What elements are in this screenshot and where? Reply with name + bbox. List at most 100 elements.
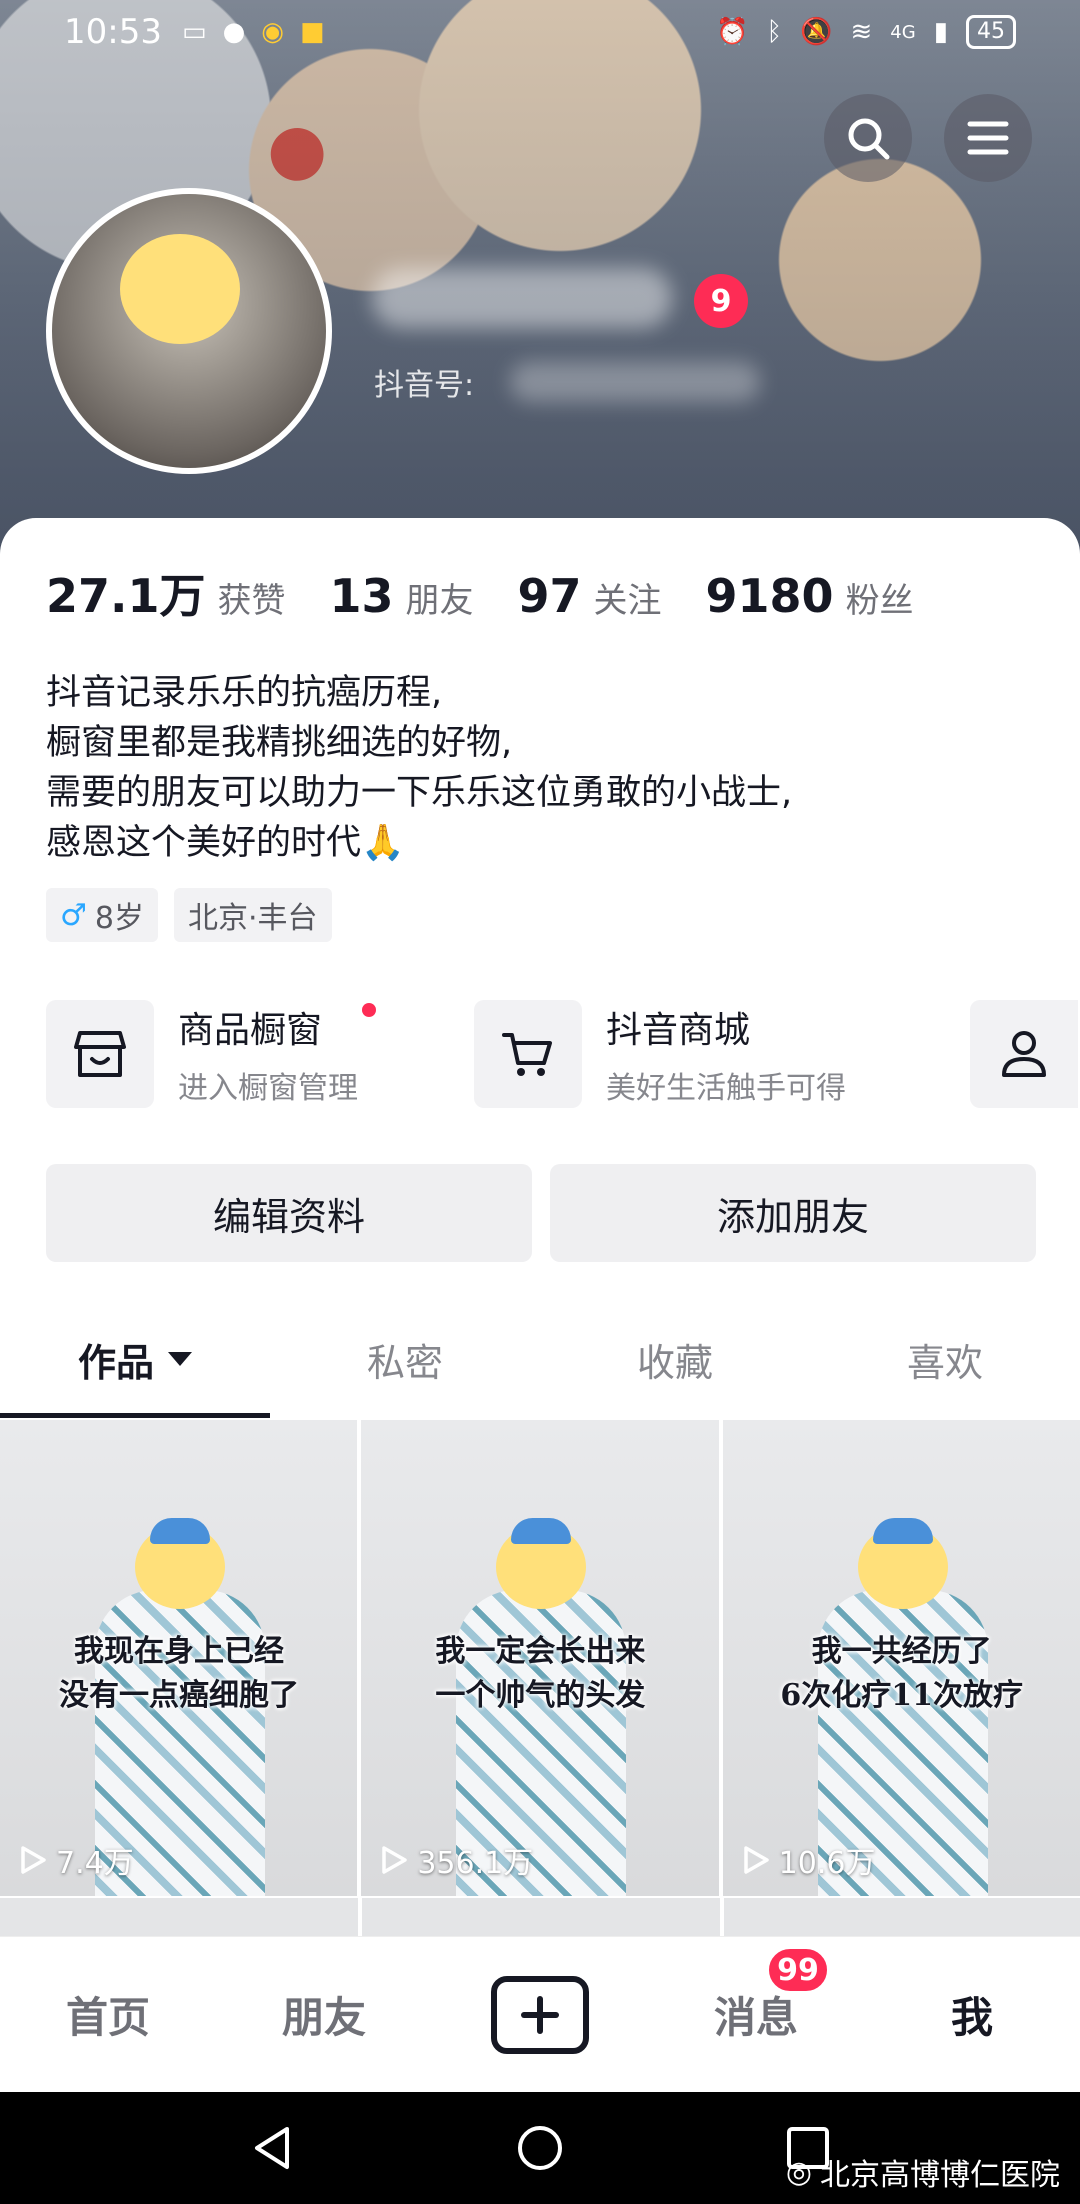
- cart-icon: [502, 1033, 552, 1076]
- nav-messages-label: 消息: [713, 1993, 798, 2042]
- more-features-entry[interactable]: [970, 1000, 1078, 1108]
- feature-text: 商品橱窗 进入橱窗管理: [178, 1001, 376, 1107]
- menu-button[interactable]: [944, 94, 1032, 182]
- status-right-icons: ⏰ ᛒ 🔕 ≋ 4G ▮ 45: [716, 15, 1016, 49]
- avatar-sticker: [120, 234, 240, 344]
- bio-line: 感恩这个美好的时代🙏: [46, 823, 405, 863]
- profile-bio: 抖音记录乐乐的抗癌历程, 橱窗里都是我精挑细选的好物, 需要的朋友可以助力一下乐…: [46, 668, 792, 868]
- sticker-cap: [511, 1518, 572, 1544]
- douyin-id-label: 抖音号:: [374, 368, 475, 403]
- play-icon: [21, 1846, 46, 1874]
- back-icon[interactable]: [249, 2123, 295, 2173]
- stat-label: 朋友: [405, 581, 474, 621]
- tab-private[interactable]: 私密: [270, 1300, 540, 1418]
- status-bar: 10:53 ▭ ● ◉ ■ ⏰ ᛒ 🔕 ≋ 4G ▮ 45: [0, 0, 1080, 64]
- watermark: ◎ 北京高博博仁医院: [786, 2150, 1060, 2194]
- age-tag: ♂ 8岁: [46, 888, 158, 942]
- signal-icon: ▮: [933, 17, 948, 47]
- network-label: 4G: [890, 21, 916, 43]
- tab-likes[interactable]: 喜欢: [810, 1300, 1080, 1418]
- new-dot: [362, 1003, 376, 1017]
- stat-label: 获赞: [217, 581, 286, 621]
- edit-profile-button[interactable]: 编辑资料: [46, 1164, 532, 1262]
- age-label: 8岁: [94, 901, 144, 936]
- feature-text: 抖音商城 美好生活触手可得: [606, 1001, 846, 1107]
- location-label: 北京·丰台: [188, 901, 318, 936]
- nav-messages[interactable]: 消息 99: [648, 1946, 864, 2045]
- avatar[interactable]: [46, 188, 332, 474]
- feature-title: 抖音商城: [606, 1010, 751, 1051]
- male-icon: ♂: [60, 897, 87, 933]
- stat-value: 97: [517, 569, 582, 623]
- caption-line: 6次化疗11次放疗: [780, 1678, 1023, 1713]
- search-icon: [848, 118, 890, 160]
- tab-label: 作品: [77, 1340, 154, 1385]
- create-button[interactable]: [491, 1975, 589, 2054]
- stat-value: 27.1万: [46, 569, 206, 623]
- alarm-icon: ⏰: [716, 17, 749, 47]
- home-icon[interactable]: [515, 2123, 565, 2173]
- stat-label: 关注: [593, 581, 662, 621]
- bio-line: 橱窗里都是我精挑细选的好物,: [46, 723, 513, 763]
- profile-stats: 27.1万 获赞 13 朋友 97 关注 9180 粉丝: [46, 560, 958, 626]
- profile-tags: ♂ 8岁 北京·丰台: [46, 888, 332, 942]
- plus-icon: [521, 1995, 559, 2034]
- tab-underline: [0, 1413, 270, 1418]
- tab-works[interactable]: 作品: [0, 1300, 270, 1418]
- sticker-cap: [872, 1518, 933, 1544]
- video-thumbnail-peek[interactable]: [362, 1898, 720, 1938]
- video-thumbnail[interactable]: 我现在身上已经 没有一点癌细胞了 7.4万: [0, 1420, 358, 1896]
- video-caption: 我现在身上已经 没有一点癌细胞了: [0, 1630, 357, 1718]
- stat-following[interactable]: 97 关注: [518, 569, 662, 623]
- caption-line: 没有一点癌细胞了: [59, 1678, 299, 1713]
- video-thumbnail-peek[interactable]: [724, 1898, 1080, 1938]
- video-thumbnail[interactable]: 我一共经历了 6次化疗11次放疗 10.6万: [722, 1420, 1080, 1896]
- watermark-text: 北京高博博仁医院: [820, 2158, 1060, 2193]
- stat-value: 13: [329, 569, 394, 623]
- tab-label: 收藏: [636, 1340, 713, 1385]
- wifi-icon: ≋: [850, 17, 873, 47]
- battery-icon: 45: [966, 15, 1016, 49]
- feature-subtitle: 美好生活触手可得: [606, 1071, 846, 1106]
- caption-line: 我现在身上已经: [74, 1634, 284, 1669]
- stat-likes[interactable]: 27.1万 获赞: [46, 560, 286, 626]
- search-button[interactable]: [824, 94, 912, 182]
- play-count-value: 7.4万: [56, 1846, 134, 1881]
- wechat-icon: ●: [222, 17, 246, 47]
- content-tabs: 作品 私密 收藏 喜欢: [0, 1300, 1080, 1418]
- weibo-icon: ◉: [261, 17, 284, 47]
- tab-favorites[interactable]: 收藏: [540, 1300, 810, 1418]
- play-icon: [743, 1846, 769, 1874]
- play-count-value: 10.6万: [778, 1846, 876, 1881]
- app-icon: ■: [299, 17, 325, 47]
- nav-create[interactable]: [432, 1975, 648, 2054]
- caret-down-icon[interactable]: [168, 1352, 192, 1366]
- stat-followers[interactable]: 9180 粉丝: [706, 569, 914, 623]
- weibo-icon: ◎: [785, 2154, 812, 2190]
- location-tag: 北京·丰台: [174, 888, 332, 942]
- menu-icon: [967, 121, 1009, 155]
- play-count: 7.4万: [18, 1838, 134, 1882]
- nickname-blurred: [372, 268, 672, 328]
- nav-home[interactable]: 首页: [0, 1984, 216, 2045]
- add-friend-button[interactable]: 添加朋友: [550, 1164, 1036, 1262]
- stat-label: 粉丝: [845, 581, 914, 621]
- nav-me[interactable]: 我: [864, 1984, 1080, 2045]
- douyin-mall-entry[interactable]: 抖音商城 美好生活触手可得: [474, 1000, 846, 1108]
- stat-friends[interactable]: 13 朋友: [330, 569, 474, 623]
- sticker-cap: [150, 1518, 210, 1544]
- video-caption: 我一定会长出来 一个帅气的头发: [361, 1630, 718, 1718]
- bottom-nav: 首页 朋友 消息 99 我: [0, 1936, 1080, 2092]
- tab-label: 喜欢: [906, 1340, 983, 1385]
- notification-badge[interactable]: 9: [694, 274, 748, 328]
- feature-icon-box: [474, 1000, 582, 1108]
- product-showcase-entry[interactable]: 商品橱窗 进入橱窗管理: [46, 1000, 376, 1108]
- video-thumbnail-peek[interactable]: [0, 1898, 358, 1938]
- video-thumbnail[interactable]: 我一定会长出来 一个帅气的头发 356.1万: [361, 1420, 719, 1896]
- person-icon: [1002, 1031, 1046, 1077]
- stat-value: 9180: [705, 569, 834, 623]
- feature-subtitle: 进入橱窗管理: [178, 1071, 358, 1106]
- feature-icon-box: [46, 1000, 154, 1108]
- nav-friends[interactable]: 朋友: [216, 1984, 432, 2045]
- play-count-value: 356.1万: [417, 1846, 534, 1881]
